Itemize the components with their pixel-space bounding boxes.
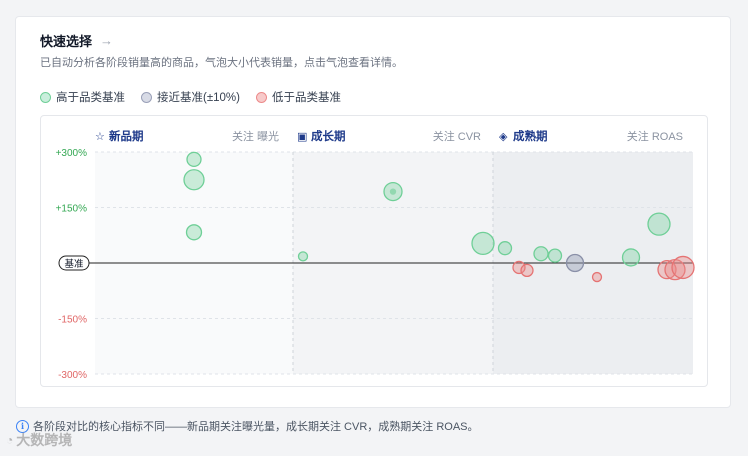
bubble-below[interactable] [520, 263, 534, 278]
watermark: ◔ 大数跨境 [6, 430, 72, 450]
baseline-label: 基准 [64, 258, 84, 270]
y-tick-label: -300% [58, 370, 87, 381]
bubble-core [389, 188, 397, 195]
legend-dot-near [141, 91, 152, 103]
card-title: 快速选择 [40, 33, 93, 49]
y-tick-label: +300% [56, 148, 88, 159]
y-tick-label: -150% [58, 315, 87, 326]
card-subtitle: 已自动分析各阶段销量高的商品，气泡大小代表销量，点击气泡查看详情。 [40, 57, 403, 69]
arrow-right-icon[interactable]: → [100, 34, 113, 47]
quick-select-card: 快速选择 → 已自动分析各阶段销量高的商品，气泡大小代表销量，点击气泡查看详情。… [15, 16, 731, 408]
chart-legend: 高于品类基准 接近基准(±10%) 低于品类基准 [40, 89, 341, 105]
legend-label-near: 接近基准(±10%) [157, 92, 240, 104]
panel-metric: 关注 CVR [433, 129, 481, 143]
bubble-above[interactable] [185, 224, 203, 241]
bubble-chart: +300% +150% 基准 -150% -300% ☆ 新品期 关注 曝光 ▣ 成长期 关注 CV… [40, 115, 708, 387]
bubble-above[interactable] [647, 212, 671, 236]
panel-title[interactable]: 成长期 [311, 129, 346, 143]
bubble-above[interactable] [186, 151, 202, 168]
shield-icon: ◈ [499, 130, 508, 143]
legend-dot-below [256, 91, 267, 103]
legend-label-below: 低于品类基准 [272, 92, 341, 104]
bubble-below[interactable] [591, 271, 603, 283]
bubble-above[interactable] [497, 241, 513, 256]
bubble-near[interactable] [565, 253, 585, 273]
legend-item-near: 接近基准(±10%) [141, 89, 240, 105]
bubble-below[interactable] [671, 255, 695, 280]
bubble-above[interactable] [547, 248, 563, 263]
panel-title[interactable]: 新品期 [109, 129, 144, 143]
panel-metric: 关注 ROAS [627, 129, 683, 143]
footer-note-text: 各阶段对比的核心指标不同——新品期关注曝光量，成长期关注 CVR，成熟期关注 R… [33, 421, 479, 433]
legend-label-above: 高于品类基准 [56, 92, 125, 104]
star-icon: ☆ [95, 130, 105, 143]
legend-dot-above [40, 91, 51, 103]
watermark-text: 大数跨境 [16, 432, 73, 448]
legend-item-above: 高于品类基准 [40, 89, 125, 105]
watermark-logo-icon: ◔ [6, 433, 14, 447]
bubble-chart-svg: +300% +150% 基准 -150% -300% ☆ 新品期 关注 曝光 ▣ 成长期 关注 CV… [56, 129, 695, 381]
bubble-above[interactable] [471, 231, 495, 256]
bubble-above[interactable] [621, 248, 641, 267]
y-tick-label: +150% [56, 204, 88, 215]
title-row[interactable]: 快速选择 → [40, 31, 113, 49]
bubble-above[interactable] [183, 169, 205, 191]
bubble-above[interactable] [297, 251, 309, 262]
bubble-above[interactable] [533, 246, 549, 262]
footer-note: i 各阶段对比的核心指标不同——新品期关注曝光量，成长期关注 CVR，成熟期关注… [16, 418, 479, 434]
panel-title[interactable]: 成熟期 [513, 129, 548, 143]
shop-icon: ▣ [297, 130, 307, 143]
legend-item-below: 低于品类基准 [256, 89, 341, 105]
panel-metric: 关注 曝光 [232, 129, 279, 143]
